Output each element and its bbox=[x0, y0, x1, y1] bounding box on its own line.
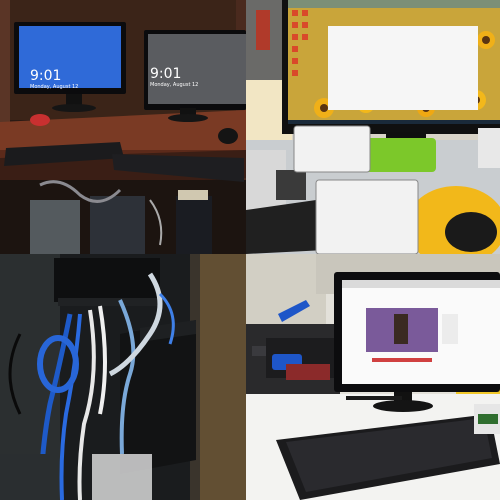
open-window bbox=[328, 26, 478, 110]
printer-monitor-scene bbox=[246, 254, 500, 500]
panel-printer-monitor bbox=[246, 254, 500, 500]
sunflower-desk-scene bbox=[246, 0, 500, 254]
right-lockscreen-clock: 9:01 Monday, August 12 bbox=[150, 67, 198, 88]
right-lockscreen-time: 9:01 bbox=[150, 66, 182, 82]
photo-collage: 9:01 Monday, August 12 9:01 Monday, Augu… bbox=[0, 0, 500, 500]
panel-network-cabling bbox=[0, 254, 246, 500]
panel-workstation-cabinet: 9:01 Monday, August 12 9:01 Monday, Augu… bbox=[0, 0, 246, 254]
network-cabling-scene bbox=[0, 254, 246, 500]
workstation-scene bbox=[0, 0, 246, 254]
right-lockscreen-date: Monday, August 12 bbox=[150, 82, 199, 88]
left-lockscreen-date: Monday, August 12 bbox=[30, 84, 79, 90]
left-lockscreen-time: 9:01 bbox=[30, 68, 62, 84]
left-lockscreen-clock: 9:01 Monday, August 12 bbox=[30, 69, 78, 90]
panel-sunflower-desk bbox=[246, 0, 500, 254]
